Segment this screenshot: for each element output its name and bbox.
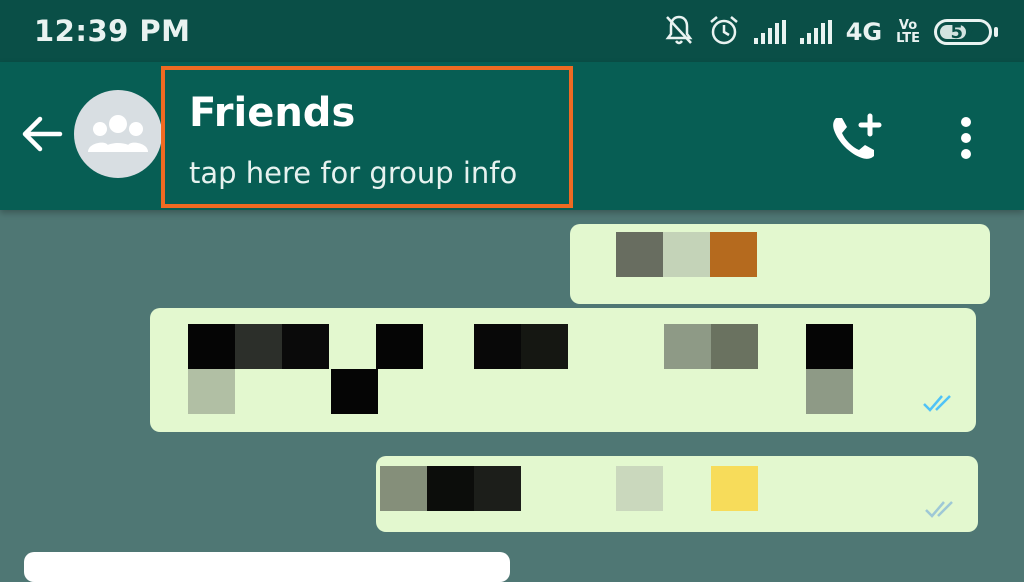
read-receipt-icon xyxy=(925,501,953,518)
volte-bottom-label: LTE xyxy=(896,31,920,46)
group-avatar-icon xyxy=(88,115,148,152)
more-options-icon xyxy=(961,117,971,159)
battery-icon: 57 xyxy=(934,19,998,45)
chat-title: Friends xyxy=(189,90,356,136)
mute-notifications-icon xyxy=(664,14,694,50)
network-type-label: 4G xyxy=(845,18,883,46)
back-button[interactable] xyxy=(16,108,68,160)
signal-icon xyxy=(799,20,832,44)
message-bubble[interactable] xyxy=(376,456,978,532)
add-call-icon xyxy=(833,113,882,159)
add-call-button[interactable] xyxy=(826,110,886,166)
read-receipt-icon xyxy=(923,395,951,412)
status-icons: 4G Vo LTE 57 xyxy=(664,14,998,50)
more-options-button[interactable] xyxy=(950,114,982,162)
alarm-icon xyxy=(708,14,740,50)
signal-icon xyxy=(753,20,786,44)
group-info-area[interactable]: Friends tap here for group info xyxy=(161,66,573,208)
back-arrow-icon xyxy=(22,116,63,152)
chat-header: Friends tap here for group info xyxy=(0,62,1024,210)
chat-subtitle: tap here for group info xyxy=(189,156,518,190)
volte-icon: Vo LTE xyxy=(896,19,920,45)
status-bar: 12:39 PM 4G Vo LTE 57 xyxy=(0,0,1024,62)
message-bubble[interactable] xyxy=(150,308,976,432)
status-time: 12:39 PM xyxy=(34,14,191,48)
message-bubble[interactable] xyxy=(24,552,510,582)
message-list xyxy=(0,210,1024,582)
battery-level: 57 xyxy=(950,21,976,43)
group-avatar[interactable] xyxy=(74,90,162,178)
message-bubble[interactable] xyxy=(570,224,990,304)
